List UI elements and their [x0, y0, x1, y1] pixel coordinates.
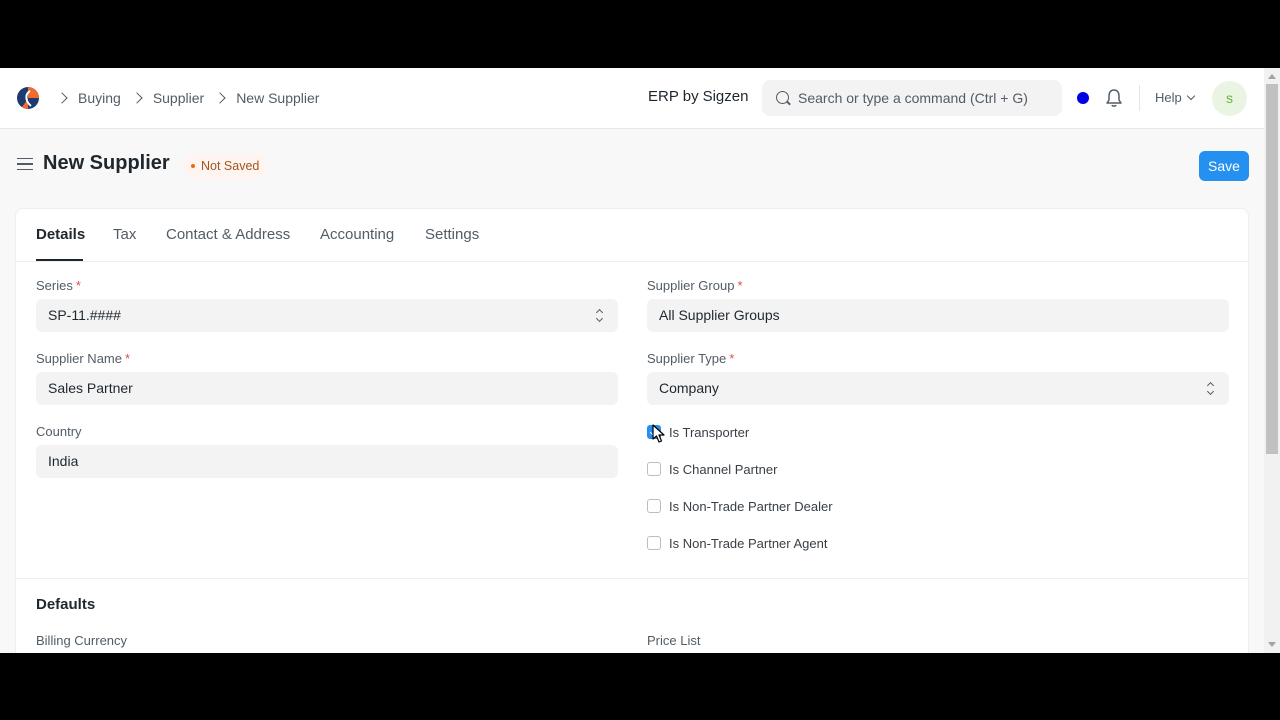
form-tabs: Details Tax Contact & Address Accounting…: [16, 209, 1248, 262]
tab-accounting[interactable]: Accounting: [320, 226, 394, 243]
country-label: Country: [36, 424, 82, 439]
chevron-down-icon: [1186, 91, 1195, 101]
section-divider: [16, 578, 1248, 579]
supplier-name-label-text: Supplier Name: [36, 351, 122, 366]
scroll-down-arrow-icon[interactable]: [1268, 642, 1276, 647]
breadcrumb-supplier[interactable]: Supplier: [153, 90, 204, 106]
is-transporter-label: Is Transporter: [669, 424, 750, 440]
select-arrows-icon: [1207, 381, 1215, 397]
country-value: India: [48, 453, 79, 469]
scrollbar-thumb[interactable]: [1266, 84, 1278, 454]
supplier-type-value: Company: [659, 380, 719, 396]
tab-details[interactable]: Details: [36, 226, 85, 243]
brand-name: Sigzen: [702, 88, 749, 105]
supplier-group-label-text: Supplier Group: [647, 278, 735, 293]
supplier-group-value: All Supplier Groups: [659, 307, 780, 323]
supplier-name-input[interactable]: Sales Partner: [36, 372, 618, 405]
search-bar[interactable]: Search or type a command (Ctrl + G): [762, 80, 1062, 116]
country-input[interactable]: India: [36, 445, 618, 478]
form-card: Details Tax Contact & Address Accounting…: [15, 208, 1249, 653]
is-non-trade-partner-agent-label: Is Non-Trade Partner Agent: [669, 535, 828, 551]
is-channel-partner-label: Is Channel Partner: [669, 461, 778, 477]
status-dot: [1077, 92, 1089, 104]
chevron-right-icon: [214, 92, 226, 104]
status-badge: Not Saved: [183, 154, 268, 178]
active-tab-indicator: [36, 259, 83, 261]
brand-title: ERP by Sigzen: [648, 88, 748, 105]
billing-currency-label: Billing Currency: [36, 633, 128, 648]
tab-settings[interactable]: Settings: [425, 226, 479, 243]
help-label: Help: [1155, 90, 1182, 105]
app-logo-icon[interactable]: [16, 86, 40, 110]
price-list-label: Price List: [647, 633, 701, 648]
page-scrollbar[interactable]: [1264, 68, 1280, 653]
chevron-right-icon: [131, 92, 143, 104]
mouse-cursor-icon: [652, 424, 665, 443]
is-non-trade-partner-agent-checkbox[interactable]: [647, 536, 661, 550]
letterbox-top: [0, 0, 1280, 68]
tab-contact-address[interactable]: Contact & Address: [166, 226, 290, 243]
breadcrumb-new-supplier[interactable]: New Supplier: [236, 90, 319, 106]
save-button[interactable]: Save: [1199, 151, 1249, 181]
breadcrumb: Buying Supplier New Supplier: [52, 88, 319, 108]
supplier-name-label: Supplier Name *: [36, 351, 131, 366]
browser-viewport: Buying Supplier New Supplier ERP by Sigze…: [0, 68, 1280, 653]
series-label: Series *: [36, 278, 81, 293]
supplier-group-label: Supplier Group *: [647, 278, 743, 293]
select-arrows-icon: [596, 308, 604, 324]
avatar[interactable]: s: [1212, 81, 1247, 116]
is-non-trade-partner-dealer-label: Is Non-Trade Partner Dealer: [669, 498, 833, 514]
search-placeholder: Search or type a command (Ctrl + G): [798, 90, 1028, 106]
is-channel-partner-checkbox[interactable]: [647, 462, 661, 476]
supplier-type-label-text: Supplier Type: [647, 351, 727, 366]
supplier-group-input[interactable]: All Supplier Groups: [647, 299, 1229, 332]
page-title: New Supplier: [43, 152, 170, 174]
navbar: Buying Supplier New Supplier ERP by Sigze…: [0, 68, 1264, 129]
bell-icon[interactable]: [1105, 88, 1123, 108]
is-non-trade-partner-dealer-row[interactable]: Is Non-Trade Partner Dealer: [647, 497, 833, 515]
is-non-trade-partner-agent-row[interactable]: Is Non-Trade Partner Agent: [647, 534, 828, 552]
status-bullet-icon: [191, 164, 195, 168]
navbar-divider: [1139, 85, 1140, 111]
series-label-text: Series: [36, 278, 73, 293]
supplier-name-value: Sales Partner: [48, 380, 133, 396]
search-icon: [776, 91, 789, 104]
status-text: Not Saved: [201, 159, 260, 173]
supplier-type-select[interactable]: Company: [647, 372, 1229, 405]
is-channel-partner-row[interactable]: Is Channel Partner: [647, 460, 777, 478]
series-select[interactable]: SP-11.####: [36, 299, 618, 332]
series-value: SP-11.####: [48, 307, 121, 323]
tab-tax[interactable]: Tax: [113, 226, 136, 243]
breadcrumb-buying[interactable]: Buying: [78, 90, 121, 106]
scroll-up-arrow-icon[interactable]: [1268, 74, 1276, 79]
is-non-trade-partner-dealer-checkbox[interactable]: [647, 499, 661, 513]
letterbox-bottom: [0, 653, 1280, 720]
defaults-section-title: Defaults: [36, 596, 96, 613]
brand-prefix: ERP by: [648, 88, 699, 105]
chevron-right-icon: [56, 92, 68, 104]
supplier-type-label: Supplier Type *: [647, 351, 735, 366]
help-dropdown[interactable]: Help: [1155, 90, 1195, 105]
sidebar-toggle-icon[interactable]: [17, 158, 33, 170]
